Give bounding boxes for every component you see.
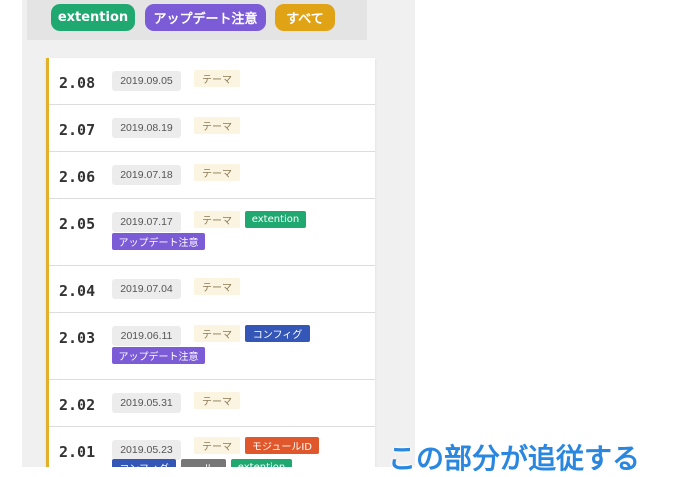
sticky-caption: この部分が追従する bbox=[388, 442, 641, 475]
tag-theme[interactable]: テーマ bbox=[194, 278, 240, 295]
changelog-row[interactable]: 2.07 2019.08.19 テーマ bbox=[49, 105, 375, 152]
release-date: 2019.07.17 bbox=[112, 212, 181, 232]
tag-config[interactable]: コンフィグ bbox=[245, 325, 310, 342]
tag-extention[interactable]: extention bbox=[231, 459, 292, 467]
tag-update-warning[interactable]: アップデート注意 bbox=[112, 347, 205, 364]
tag-tool[interactable]: ール bbox=[181, 459, 226, 467]
tag-theme[interactable]: テーマ bbox=[194, 70, 240, 87]
tag-module-id[interactable]: モジュールID bbox=[245, 437, 319, 454]
version-number: 2.04 bbox=[59, 282, 96, 300]
version-number: 2.06 bbox=[59, 168, 96, 186]
changelog-row[interactable]: 2.04 2019.07.04 テーマ bbox=[49, 266, 375, 313]
changelog-row[interactable]: 2.06 2019.07.18 テーマ bbox=[49, 152, 375, 199]
version-number: 2.01 bbox=[59, 443, 96, 461]
tag-extention[interactable]: extention bbox=[245, 211, 306, 228]
changelog-row[interactable]: 2.08 2019.09.05 テーマ bbox=[49, 58, 375, 105]
release-date: 2019.07.18 bbox=[112, 165, 181, 185]
release-date: 2019.08.19 bbox=[112, 118, 181, 138]
tag-theme[interactable]: テーマ bbox=[194, 325, 240, 342]
version-number: 2.07 bbox=[59, 121, 96, 139]
tag-theme[interactable]: テーマ bbox=[194, 117, 240, 134]
tag-theme[interactable]: テーマ bbox=[194, 164, 240, 181]
tag-config[interactable]: コンフィグ bbox=[112, 459, 176, 467]
changelog-row[interactable]: 2.01 2019.05.23 テーマ モジュールID コンフィグ ール ext… bbox=[49, 427, 375, 467]
version-number: 2.05 bbox=[59, 215, 96, 233]
version-number: 2.03 bbox=[59, 329, 96, 347]
filter-extention-button[interactable]: extention bbox=[51, 4, 135, 31]
changelog-row[interactable]: 2.02 2019.05.31 テーマ bbox=[49, 380, 375, 427]
changelog-row[interactable]: 2.05 2019.07.17 テーマ extention アップデート注意 bbox=[49, 199, 375, 266]
release-date: 2019.07.04 bbox=[112, 279, 181, 299]
release-date: 2019.05.31 bbox=[112, 393, 181, 413]
changelog-panel: extention アップデート注意 すべて 2.08 2019.09.05 テ… bbox=[22, 0, 415, 467]
release-date: 2019.06.11 bbox=[112, 326, 181, 346]
release-date: 2019.05.23 bbox=[112, 440, 181, 460]
version-number: 2.08 bbox=[59, 74, 96, 92]
version-number: 2.02 bbox=[59, 396, 96, 414]
changelog-row[interactable]: 2.03 2019.06.11 テーマ コンフィグ アップデート注意 bbox=[49, 313, 375, 380]
tag-update-warning[interactable]: アップデート注意 bbox=[112, 233, 205, 250]
filter-all-button[interactable]: すべて bbox=[275, 4, 335, 31]
tag-theme[interactable]: テーマ bbox=[194, 211, 240, 228]
tag-theme[interactable]: テーマ bbox=[194, 437, 240, 454]
release-date: 2019.09.05 bbox=[112, 71, 181, 91]
changelog-list: 2.08 2019.09.05 テーマ 2.07 2019.08.19 テーマ … bbox=[46, 58, 375, 467]
tag-filter-bar: extention アップデート注意 すべて bbox=[27, 0, 367, 40]
tag-theme[interactable]: テーマ bbox=[194, 392, 240, 409]
filter-update-warning-button[interactable]: アップデート注意 bbox=[145, 4, 266, 31]
